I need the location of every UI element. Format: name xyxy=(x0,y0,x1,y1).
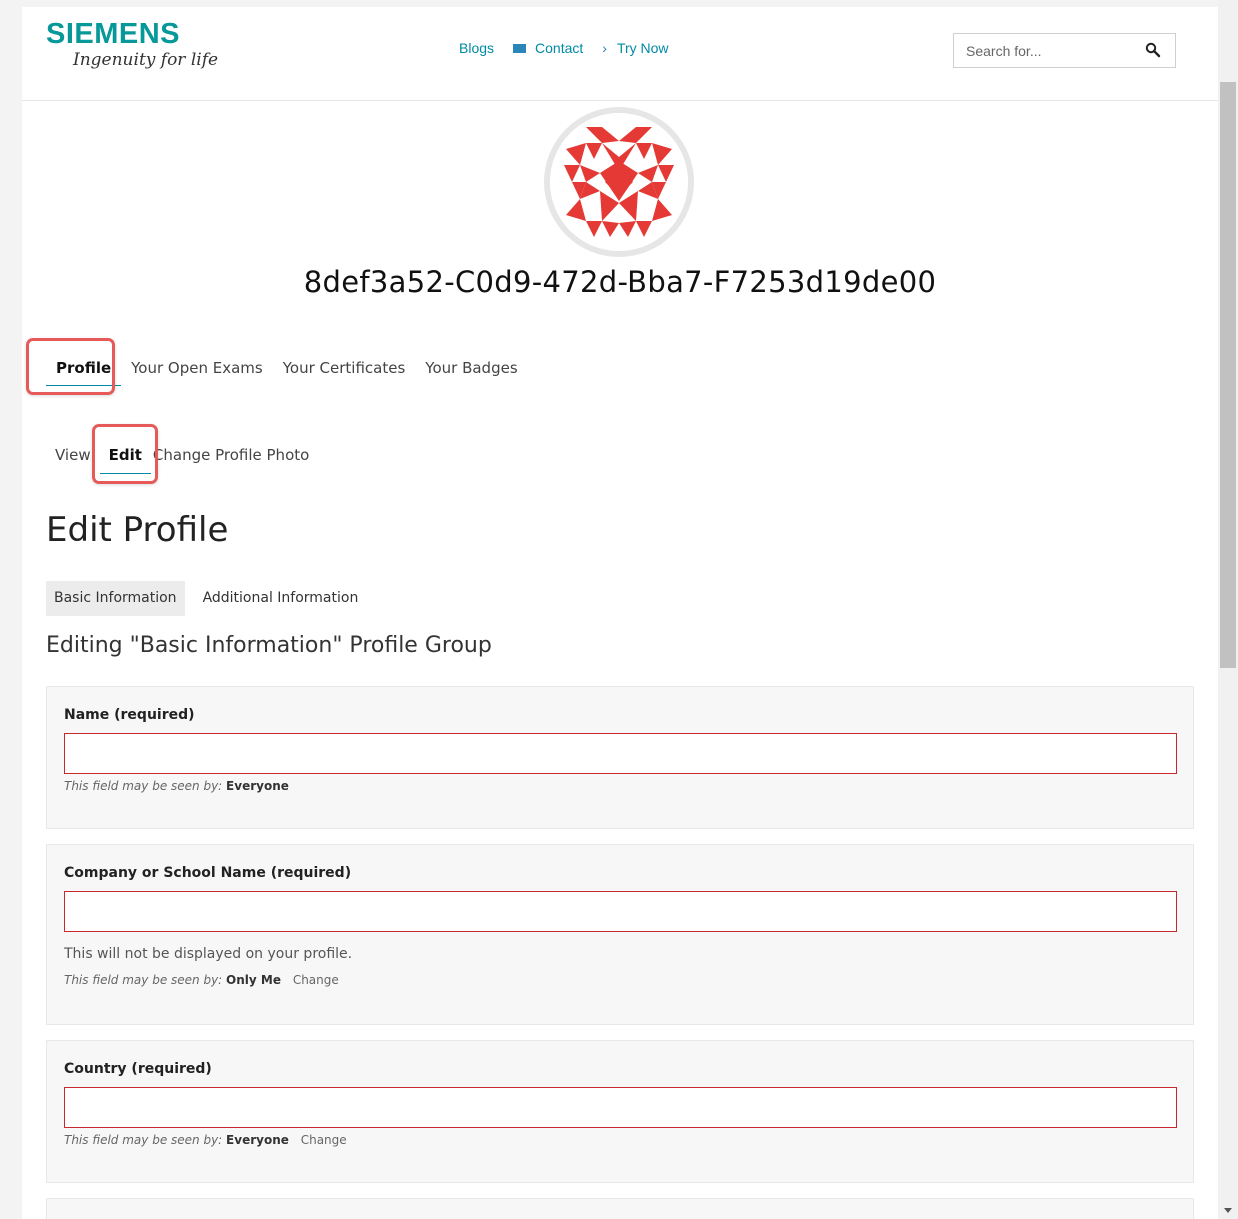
field-visibility: This field may be seen by: Everyone Chan… xyxy=(64,1133,347,1147)
group-tab-basic[interactable]: Basic Information xyxy=(46,581,185,616)
nav-contact-link[interactable]: Contact xyxy=(535,40,583,56)
visibility-prefix: This field may be seen by: xyxy=(64,973,223,987)
country-input[interactable] xyxy=(64,1087,1177,1128)
profile-username: 8def3a52-C0d9-472d-Bba7-F7253d19de00 xyxy=(303,265,937,299)
page: SIEMENS Ingenuity for life Blogs Contact… xyxy=(22,7,1218,1219)
annotation-highlight-profile xyxy=(26,338,115,395)
mail-icon xyxy=(513,43,527,53)
scroll-up-arrow-icon[interactable] xyxy=(1218,0,1238,16)
profile-tabs: Profile Your Open Exams Your Certificate… xyxy=(46,357,528,395)
name-input[interactable] xyxy=(64,733,1177,774)
field-label: Name (required) xyxy=(64,707,195,723)
search-input[interactable] xyxy=(954,34,1158,67)
avatar-image xyxy=(550,113,688,251)
visibility-prefix: This field may be seen by: xyxy=(64,779,223,793)
logo-wordmark: SIEMENS xyxy=(46,18,181,50)
visibility-change-link[interactable]: Change xyxy=(293,973,339,987)
field-description: This will not be displayed on your profi… xyxy=(64,946,353,962)
editing-group-title: Editing "Basic Information" Profile Grou… xyxy=(46,633,492,658)
visibility-level: Everyone xyxy=(226,779,289,793)
scrollbar-thumb[interactable] xyxy=(1220,82,1236,668)
page-title: Edit Profile xyxy=(46,510,229,550)
avatar[interactable] xyxy=(544,107,694,257)
field-label: Country (required) xyxy=(64,1061,212,1077)
visibility-prefix: This field may be seen by: xyxy=(64,1133,223,1147)
search-icon[interactable] xyxy=(1145,42,1161,58)
profile-group-tabs: Basic Information Additional Information xyxy=(46,581,366,616)
siemens-logo[interactable]: SIEMENS Ingenuity for life xyxy=(46,19,218,71)
chevron-right-icon: › xyxy=(602,40,607,56)
scroll-down-arrow-icon[interactable] xyxy=(1218,1203,1238,1219)
visibility-change-link[interactable]: Change xyxy=(301,1133,347,1147)
field-next xyxy=(46,1198,1194,1219)
nav-try-now-link[interactable]: Try Now xyxy=(617,40,669,56)
profile-subtabs: View Edit Change Profile Photo xyxy=(46,444,318,482)
field-visibility: This field may be seen by: Everyone xyxy=(64,779,289,793)
tab-certificates[interactable]: Your Certificates xyxy=(273,357,416,395)
visibility-level: Only Me xyxy=(226,973,281,987)
field-name: Name (required) This field may be seen b… xyxy=(46,686,1194,829)
logo-tagline: Ingenuity for life xyxy=(73,50,219,70)
tab-badges[interactable]: Your Badges xyxy=(415,357,527,395)
annotation-highlight-edit xyxy=(92,424,158,484)
field-label: Company or School Name (required) xyxy=(64,865,352,881)
page-scrollbar[interactable] xyxy=(1218,0,1238,1219)
identicon-icon xyxy=(550,113,688,251)
group-tab-additional[interactable]: Additional Information xyxy=(195,581,367,616)
top-nav: Blogs Contact › Try Now xyxy=(459,40,669,56)
visibility-level: Everyone xyxy=(226,1133,289,1147)
nav-blogs-link[interactable]: Blogs xyxy=(459,40,494,56)
field-country: Country (required) This field may be see… xyxy=(46,1040,1194,1183)
company-input[interactable] xyxy=(64,891,1177,932)
field-visibility: This field may be seen by: Only Me Chang… xyxy=(64,973,339,987)
field-company: Company or School Name (required) This w… xyxy=(46,844,1194,1025)
site-header: SIEMENS Ingenuity for life Blogs Contact… xyxy=(22,7,1218,101)
tab-open-exams[interactable]: Your Open Exams xyxy=(121,357,273,395)
subtab-change-photo[interactable]: Change Profile Photo xyxy=(151,444,318,482)
search-box xyxy=(953,33,1176,68)
